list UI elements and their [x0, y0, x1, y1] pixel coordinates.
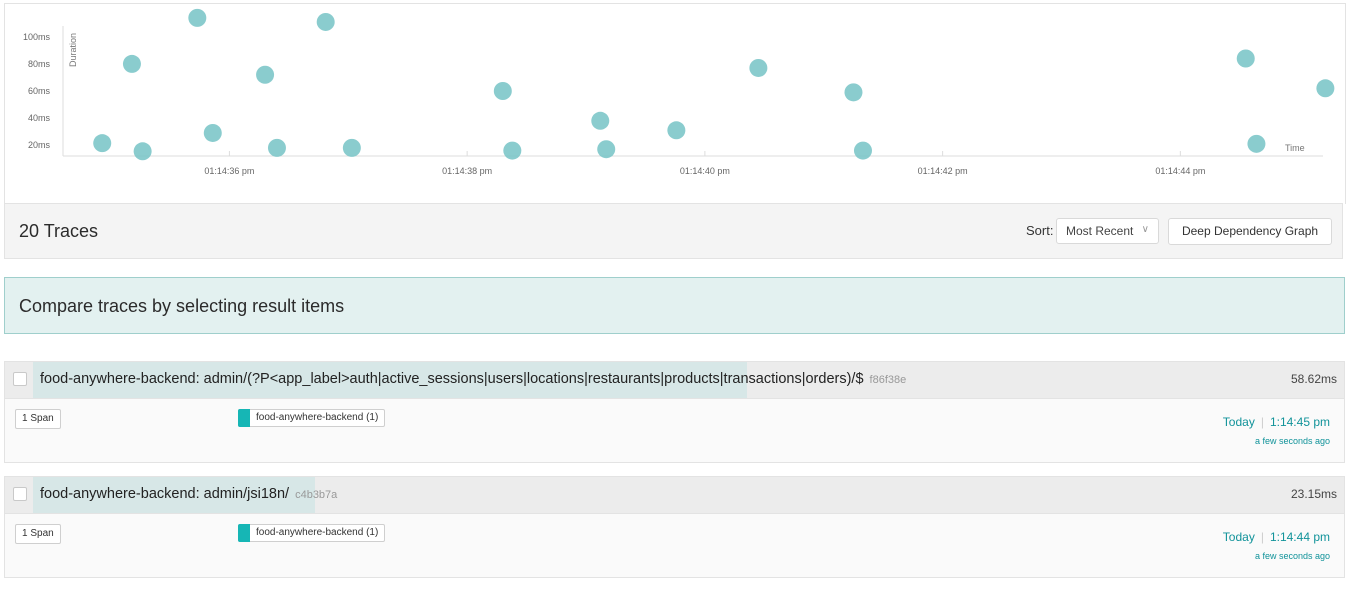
trace-point[interactable]: [1236, 49, 1255, 68]
trace-duration: 23.15ms: [1290, 487, 1337, 501]
trace-count: 20 Traces: [19, 221, 99, 241]
trace-point[interactable]: [749, 58, 768, 77]
trace-result-item[interactable]: food-anywhere-backend: admin/jsi18n/c4b3…: [4, 476, 1345, 578]
trace-point[interactable]: [188, 8, 207, 27]
service-color-swatch: [238, 409, 250, 427]
trace-header[interactable]: food-anywhere-backend: admin/jsi18n/c4b3…: [5, 477, 1344, 514]
y-tick-label: 60ms: [28, 86, 51, 96]
trace-scatter-chart: Duration Time 100ms 80ms 60ms 40ms 20ms 01:1…: [4, 3, 1346, 204]
trace-title[interactable]: food-anywhere-backend: admin/(?P<app_lab…: [40, 371, 906, 387]
x-tick-label: 01:14:36 pm: [204, 166, 254, 176]
x-axis-title: Time: [1285, 143, 1305, 153]
trace-point[interactable]: [493, 82, 512, 100]
x-tick-label: 01:14:40 pm: [680, 166, 730, 176]
x-tick-label: 01:14:44 pm: [1155, 166, 1205, 176]
trace-point[interactable]: [853, 141, 872, 160]
trace-header[interactable]: food-anywhere-backend: admin/(?P<app_lab…: [5, 362, 1344, 399]
sort-value: Most Recent: [1066, 224, 1134, 238]
trace-name: food-anywhere-backend: admin/jsi18n/: [40, 486, 290, 502]
compare-banner: Compare traces by selecting result items: [4, 277, 1345, 334]
trace-point[interactable]: [667, 121, 686, 140]
trace-relative-time: a few seconds ago: [1254, 436, 1330, 446]
divider: |: [1260, 415, 1264, 429]
trace-point[interactable]: [342, 138, 361, 157]
trace-relative-time: a few seconds ago: [1254, 551, 1330, 561]
trace-point[interactable]: [203, 123, 222, 142]
trace-point[interactable]: [503, 141, 522, 160]
trace-point[interactable]: [844, 83, 863, 102]
y-tick-label: 100ms: [23, 32, 51, 42]
y-tick-label: 80ms: [28, 59, 51, 69]
service-tag-label: food-anywhere-backend (1): [256, 412, 379, 423]
service-tag-label: food-anywhere-backend (1): [256, 527, 379, 538]
trace-select-checkbox[interactable]: [13, 372, 27, 386]
trace-start-time: Today | 1:14:45 pm: [1223, 415, 1330, 429]
span-count-badge: 1 Span: [15, 524, 61, 544]
trace-select-checkbox[interactable]: [13, 487, 27, 501]
y-tick-label: 40ms: [28, 113, 51, 123]
divider: |: [1260, 530, 1264, 544]
trace-body: 1 Span food-anywhere-backend (1) Today | 1…: [5, 514, 1344, 577]
trace-id: c4b3b7a: [295, 489, 338, 501]
results-header: 20 Traces Sort: Most Recent ∨ Deep Depen…: [4, 203, 1343, 259]
service-tag: food-anywhere-backend (1): [238, 409, 386, 427]
trace-point[interactable]: [316, 12, 335, 31]
trace-body: 1 Span food-anywhere-backend (1) Today | 1…: [5, 399, 1344, 462]
trace-point[interactable]: [597, 140, 616, 159]
trace-id: f86f38e: [869, 374, 907, 386]
sort-select[interactable]: Most Recent ∨: [1056, 218, 1159, 244]
chevron-down-icon: ∨: [1141, 224, 1149, 235]
trace-point[interactable]: [122, 54, 141, 73]
sort-label: Sort:: [1026, 223, 1054, 238]
trace-point[interactable]: [93, 134, 112, 153]
compare-banner-text: Compare traces by selecting result items: [19, 296, 345, 316]
span-count-badge: 1 Span: [15, 409, 61, 429]
trace-time: 1:14:44 pm: [1269, 530, 1330, 544]
x-tick-label: 01:14:42 pm: [918, 166, 968, 176]
trace-point[interactable]: [133, 142, 152, 161]
y-axis-title: Duration: [68, 33, 78, 67]
trace-name: food-anywhere-backend: admin/(?P<app_lab…: [40, 371, 864, 387]
trace-result-item[interactable]: food-anywhere-backend: admin/(?P<app_lab…: [4, 361, 1345, 463]
trace-duration: 58.62ms: [1290, 372, 1337, 386]
trace-start-time: Today | 1:14:44 pm: [1223, 530, 1330, 544]
trace-point[interactable]: [256, 65, 275, 84]
trace-point[interactable]: [591, 111, 610, 130]
y-tick-label: 20ms: [28, 140, 51, 150]
trace-point[interactable]: [267, 138, 286, 157]
trace-date: Today: [1222, 415, 1255, 429]
trace-point[interactable]: [1247, 134, 1266, 153]
trace-time: 1:14:45 pm: [1269, 415, 1330, 429]
service-tag: food-anywhere-backend (1): [238, 524, 386, 542]
scatter-plot: Duration Time 100ms 80ms 60ms 40ms 20ms 01:1…: [23, 8, 1335, 176]
x-tick-label: 01:14:38 pm: [442, 166, 492, 176]
trace-title[interactable]: food-anywhere-backend: admin/jsi18n/c4b3…: [40, 486, 337, 502]
trace-point[interactable]: [1316, 79, 1335, 98]
deep-dependency-graph-button[interactable]: Deep Dependency Graph: [1168, 218, 1332, 245]
service-color-swatch: [238, 524, 250, 542]
trace-date: Today: [1222, 530, 1255, 544]
